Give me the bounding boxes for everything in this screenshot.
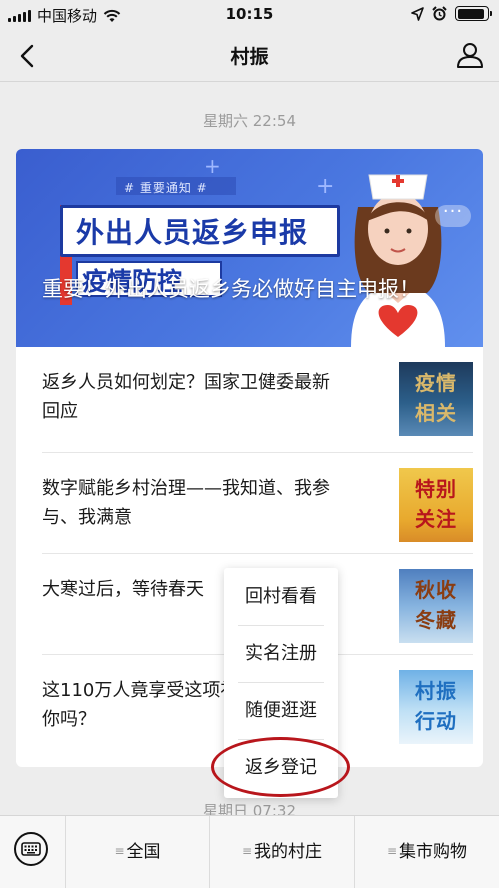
battery-level (457, 8, 484, 19)
battery-icon (455, 6, 492, 21)
location-arrow-icon (411, 6, 424, 21)
submenu-item-browse[interactable]: 随便逛逛 (224, 682, 338, 739)
alarm-icon (432, 6, 447, 21)
article-title: 数字赋能乡村治理——我知道、我参与、我满意 (42, 478, 330, 528)
featured-article-banner[interactable]: + + + # 重要通知 # 外出人员返乡申报 疫情防控 ··· 重要！外出人员… (16, 149, 483, 347)
tab-nationwide[interactable]: ≡ 全国 (66, 816, 209, 888)
tab-label: 集市购物 (399, 842, 468, 862)
banner-notice: # 重要通知 # (124, 181, 208, 195)
tab-market-shopping[interactable]: ≡ 集市购物 (355, 816, 499, 888)
tab-label: 我的村庄 (254, 842, 323, 862)
keyboard-icon[interactable] (13, 831, 49, 867)
tab-my-village[interactable]: ≡ 我的村庄 (210, 816, 354, 888)
thumbnail-label: 秋收 冬藏 (415, 578, 457, 632)
svg-text:+: + (204, 154, 221, 178)
thumbnail-label: 特别 关注 (415, 477, 457, 531)
menu-lines-icon: ≡ (386, 844, 398, 858)
bottom-menu-bar: ≡ 全国 ≡ 我的村庄 ≡ 集市购物 (0, 815, 499, 888)
submenu-item-visit-village[interactable]: 回村看看 (224, 568, 338, 625)
tab-label: 全国 (126, 842, 161, 862)
message-timestamp: 星期六 22:54 (203, 112, 296, 130)
article-title: 返乡人员如何划定？国家卫健委最新回应 (42, 372, 330, 422)
submenu-item-register[interactable]: 实名注册 (224, 625, 338, 682)
featured-article-title: 重要！外出人员返乡务必做好自主申报！ (42, 277, 420, 301)
article-item[interactable]: 数字赋能乡村治理——我知道、我参与、我满意 特别 关注 (42, 452, 473, 553)
more-options-button[interactable]: ··· (435, 203, 471, 227)
thumbnail-label: 村振 行动 (415, 679, 457, 733)
article-thumbnail: 特别 关注 (399, 468, 473, 542)
banner-headline: 外出人员返乡申报 (76, 216, 309, 249)
thumbnail-label: 疫情 相关 (415, 371, 457, 425)
menu-lines-icon: ≡ (241, 844, 253, 858)
article-thumbnail: 村振 行动 (399, 670, 473, 744)
nav-bar: 村振 (0, 30, 499, 82)
article-item[interactable]: 返乡人员如何划定？国家卫健委最新回应 疫情 相关 (42, 347, 473, 448)
nurse-illustration (351, 174, 445, 347)
page-title: 村振 (230, 46, 269, 68)
svg-text:+: + (316, 174, 334, 199)
status-right (411, 6, 492, 21)
user-icon[interactable] (455, 40, 485, 70)
article-thumbnail: 疫情 相关 (399, 362, 473, 436)
menu-lines-icon: ≡ (114, 844, 125, 858)
article-thumbnail: 秋收 冬藏 (399, 569, 473, 643)
highlight-circle (211, 737, 350, 797)
status-bar: 中国移动 10:15 (0, 0, 499, 30)
